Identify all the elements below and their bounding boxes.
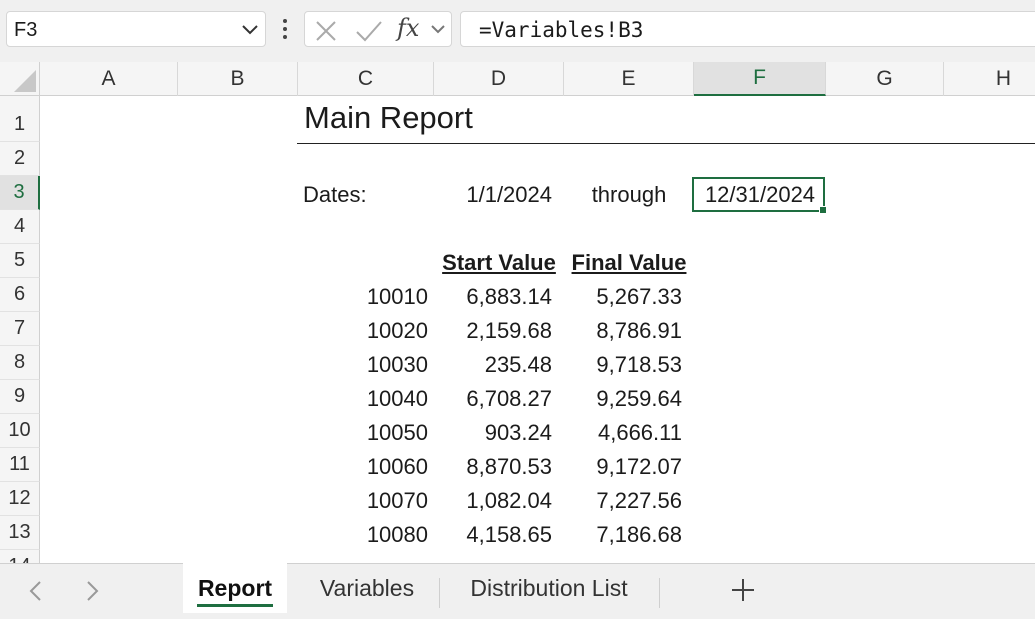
cancel-icon[interactable]: [315, 20, 337, 42]
chevron-down-icon[interactable]: [430, 22, 446, 36]
row-header-3[interactable]: 3: [0, 176, 40, 210]
row-header-1[interactable]: 1: [0, 108, 40, 142]
sheet-tab-variables[interactable]: Variables: [300, 563, 434, 613]
chevron-left-icon[interactable]: [28, 580, 44, 602]
start-value-cell[interactable]: 6,883.14: [434, 280, 558, 314]
tab-divider: [659, 578, 660, 608]
final-value-cell[interactable]: 4,666.11: [564, 416, 688, 450]
enter-check-icon[interactable]: [355, 20, 383, 42]
account-id-cell[interactable]: 10070: [298, 484, 434, 518]
row-header-5[interactable]: 5: [0, 244, 40, 278]
final-value-cell[interactable]: 9,259.64: [564, 382, 688, 416]
row-header-10[interactable]: 10: [0, 414, 40, 448]
report-title[interactable]: Main Report: [304, 100, 473, 136]
row-header-spacer: [0, 96, 40, 108]
final-value-cell[interactable]: 9,172.07: [564, 450, 688, 484]
dates-label[interactable]: Dates:: [297, 178, 434, 212]
name-box-value: F3: [14, 19, 38, 41]
final-value-cell[interactable]: 5,267.33: [564, 280, 688, 314]
more-options-icon[interactable]: [279, 18, 291, 40]
formula-bar: F3 fx =Variables!B3: [0, 0, 1035, 62]
column-header-b[interactable]: B: [178, 62, 298, 96]
column-header-d[interactable]: D: [434, 62, 564, 96]
column-header-a[interactable]: A: [40, 62, 178, 96]
column-header-h[interactable]: H: [944, 62, 1035, 96]
select-all-icon: [14, 70, 36, 92]
chevron-right-icon[interactable]: [84, 580, 100, 602]
start-value-cell[interactable]: 2,159.68: [434, 314, 558, 348]
formula-text: =Variables!B3: [479, 18, 644, 42]
start-value-cell[interactable]: 1,082.04: [434, 484, 558, 518]
formula-controls: fx: [304, 11, 452, 47]
column-header-f[interactable]: F: [694, 62, 826, 96]
add-sheet-icon[interactable]: [730, 577, 756, 603]
final-value-header[interactable]: Final Value: [564, 246, 694, 280]
final-value-cell[interactable]: 8,786.91: [564, 314, 688, 348]
account-id-cell[interactable]: 10050: [298, 416, 434, 450]
insert-function-icon[interactable]: fx: [397, 14, 419, 42]
tab-divider: [439, 578, 440, 608]
title-border: [297, 143, 1035, 144]
row-header-12[interactable]: 12: [0, 482, 40, 516]
column-header-c[interactable]: C: [298, 62, 434, 96]
row-header-13[interactable]: 13: [0, 516, 40, 550]
account-id-cell[interactable]: 10020: [298, 314, 434, 348]
final-value-cell[interactable]: 9,718.53: [564, 348, 688, 382]
select-all-corner[interactable]: [0, 62, 40, 96]
row-header-11[interactable]: 11: [0, 448, 40, 482]
active-tab-indicator: [197, 604, 273, 607]
account-id-cell[interactable]: 10040: [298, 382, 434, 416]
start-value-header[interactable]: Start Value: [434, 246, 564, 280]
row-header-8[interactable]: 8: [0, 346, 40, 380]
sheet-tab-distribution-list[interactable]: Distribution List: [446, 563, 652, 613]
formula-input[interactable]: =Variables!B3: [460, 11, 1035, 47]
start-date-cell[interactable]: 1/1/2024: [434, 178, 558, 212]
name-box[interactable]: F3: [6, 11, 266, 47]
account-id-cell[interactable]: 10010: [298, 280, 434, 314]
account-id-cell[interactable]: 10030: [298, 348, 434, 382]
start-value-cell[interactable]: 235.48: [434, 348, 558, 382]
chevron-down-icon[interactable]: [241, 22, 259, 36]
row-header-6[interactable]: 6: [0, 278, 40, 312]
row-header-9[interactable]: 9: [0, 380, 40, 414]
column-header-e[interactable]: E: [564, 62, 694, 96]
start-value-cell[interactable]: 8,870.53: [434, 450, 558, 484]
start-value-cell[interactable]: 6,708.27: [434, 382, 558, 416]
start-value-cell[interactable]: 4,158.65: [434, 518, 558, 552]
row-header-4[interactable]: 4: [0, 210, 40, 244]
account-id-cell[interactable]: 10060: [298, 450, 434, 484]
final-value-cell[interactable]: 7,186.68: [564, 518, 688, 552]
account-id-cell[interactable]: 10080: [298, 518, 434, 552]
final-value-cell[interactable]: 7,227.56: [564, 484, 688, 518]
column-header-g[interactable]: G: [826, 62, 944, 96]
end-date-cell[interactable]: 12/31/2024: [694, 178, 826, 212]
through-label[interactable]: through: [564, 178, 694, 212]
start-value-cell[interactable]: 903.24: [434, 416, 558, 450]
row-header-2[interactable]: 2: [0, 142, 40, 176]
row-header-7[interactable]: 7: [0, 312, 40, 346]
